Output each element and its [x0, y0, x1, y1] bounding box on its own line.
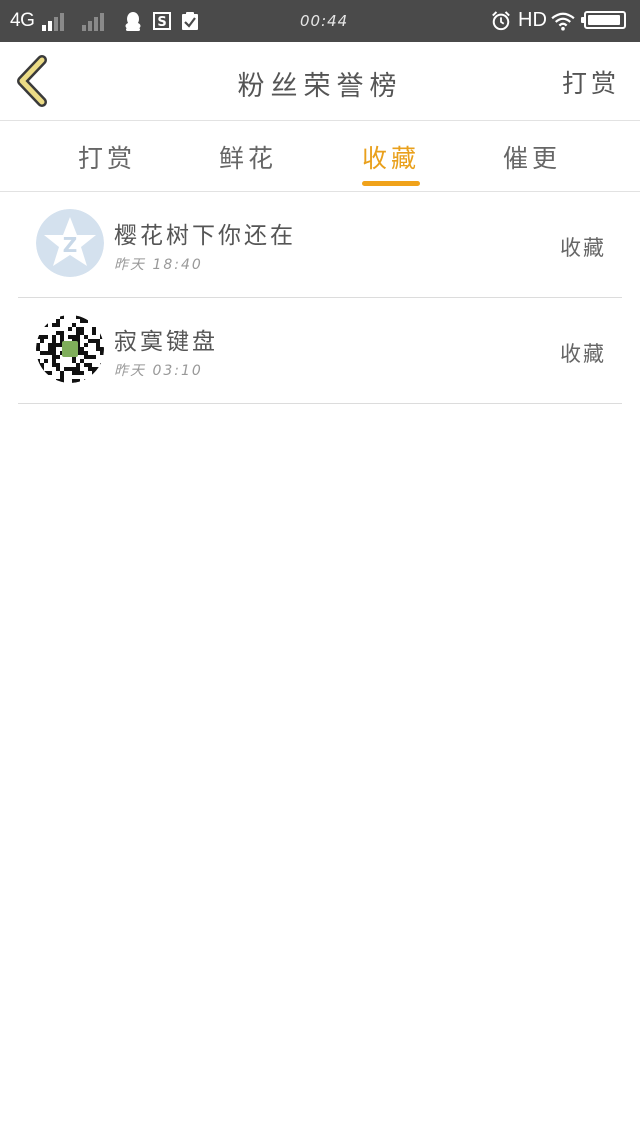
list-item[interactable]: 寂寞键盘 昨天 03:10 收藏 [18, 298, 622, 404]
hd-badge: HD [518, 9, 547, 31]
tab-reward[interactable]: 打赏 [52, 139, 162, 175]
user-name: 樱花树下你还在 [114, 223, 296, 249]
back-button[interactable] [10, 54, 60, 108]
reward-button[interactable]: 打赏 [562, 64, 620, 100]
tab-flowers[interactable]: 鲜花 [193, 139, 303, 175]
qr-code-avatar [36, 315, 104, 383]
s-app-icon: S [153, 12, 171, 30]
list-item[interactable]: Z 樱花树下你还在 昨天 18:40 收藏 [18, 192, 622, 298]
action-label: 收藏 [560, 236, 606, 260]
network-type: 4G [10, 10, 35, 31]
avatar: Z [36, 209, 104, 277]
fan-list: Z 樱花树下你还在 昨天 18:40 收藏 寂寞键盘 昨天 03:10 收藏 [0, 192, 640, 404]
qq-icon [125, 12, 141, 31]
timestamp: 昨天 03:10 [114, 363, 203, 379]
clipboard-check-icon [182, 12, 198, 30]
qzone-star-avatar: Z [36, 209, 104, 277]
wifi-icon [551, 12, 575, 31]
tab-favorites[interactable]: 收藏 [336, 139, 446, 175]
clock: 00:44 [300, 12, 349, 30]
alarm-icon [492, 11, 510, 31]
title-bar: 粉丝荣誉榜 打赏 [0, 42, 640, 121]
avatar [36, 315, 104, 383]
tab-urge-update[interactable]: 催更 [477, 139, 587, 175]
page-title: 粉丝荣誉榜 [237, 71, 403, 102]
action-label: 收藏 [560, 342, 606, 366]
svg-text:S: S [157, 15, 166, 30]
signal-icon [42, 11, 68, 31]
timestamp: 昨天 18:40 [114, 257, 203, 273]
user-name: 寂寞键盘 [114, 329, 218, 355]
tab-active-indicator [362, 181, 420, 186]
status-bar: 4G S 00:44 HD [0, 0, 640, 42]
svg-text:Z: Z [63, 233, 78, 257]
chevron-left-icon [17, 55, 47, 107]
tab-bar: 打赏 鲜花 收藏 催更 [0, 121, 640, 192]
battery-icon [581, 11, 626, 29]
signal-2-icon [82, 11, 108, 31]
